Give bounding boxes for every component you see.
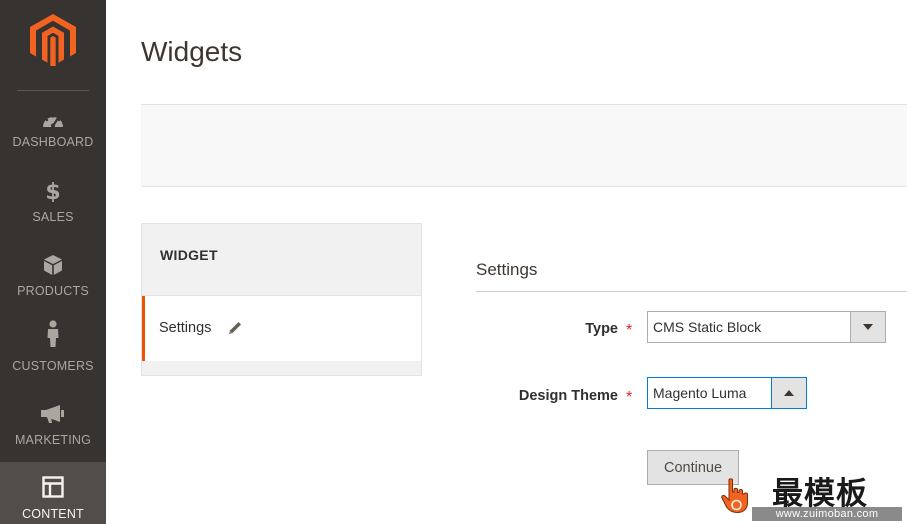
tabs-heading-label: WIDGET	[160, 247, 218, 263]
hand-cursor-icon	[721, 478, 748, 514]
nav-label: PRODUCTS	[17, 284, 89, 298]
admin-sidebar: DASHBOARD $ SALES PRODUCTS CUSTOMERS MAR…	[0, 0, 106, 524]
nav-label: CONTENT	[22, 507, 84, 521]
chevron-down-icon	[863, 324, 873, 330]
tab-settings-label: Settings	[159, 320, 212, 336]
type-label: Type	[585, 321, 618, 337]
pencil-icon	[229, 322, 241, 334]
watermark: 最模板 www.zuimoban.com	[752, 466, 902, 522]
nav-content[interactable]: CONTENT	[0, 462, 106, 524]
dashboard-icon	[0, 104, 106, 128]
chevron-up-icon	[784, 390, 794, 396]
settings-section-title: Settings	[476, 260, 538, 279]
nav-label: SALES	[32, 210, 74, 224]
design-theme-select[interactable]: Magento Luma	[647, 377, 807, 409]
required-marker: *	[626, 389, 633, 406]
person-icon	[0, 318, 106, 348]
type-select-button[interactable]	[850, 312, 885, 342]
svg-text:$: $	[45, 180, 60, 202]
type-select-value: CMS Static Block	[653, 319, 762, 335]
nav-customers[interactable]: CUSTOMERS	[0, 318, 106, 392]
box-icon	[0, 252, 106, 276]
tab-settings[interactable]: Settings	[142, 296, 421, 361]
layout-icon	[0, 462, 106, 498]
design-theme-label: Design Theme	[518, 388, 618, 404]
nav-products[interactable]: PRODUCTS	[0, 252, 106, 326]
nav-label: DASHBOARD	[12, 135, 94, 149]
nav-sales[interactable]: $ SALES	[0, 178, 106, 252]
page-actions-bar	[141, 104, 907, 187]
required-marker: *	[626, 322, 633, 339]
nav-dashboard[interactable]: DASHBOARD	[0, 104, 106, 178]
page-title: Widgets	[141, 36, 243, 67]
magento-logo-icon[interactable]	[30, 14, 76, 66]
nav-label: CUSTOMERS	[12, 359, 94, 373]
type-select[interactable]: CMS Static Block	[647, 311, 886, 343]
nav-label: MARKETING	[14, 433, 92, 447]
watermark-url: www.zuimoban.com	[752, 507, 902, 521]
design-theme-select-value: Magento Luma	[653, 385, 747, 401]
section-divider	[476, 291, 907, 292]
megaphone-icon	[0, 400, 106, 424]
tabs-heading: WIDGET	[142, 224, 421, 296]
logo-divider	[17, 90, 89, 91]
widget-tabs-panel: WIDGET Settings	[141, 223, 422, 376]
dollar-icon: $	[0, 178, 106, 202]
design-theme-select-button[interactable]	[771, 378, 806, 408]
